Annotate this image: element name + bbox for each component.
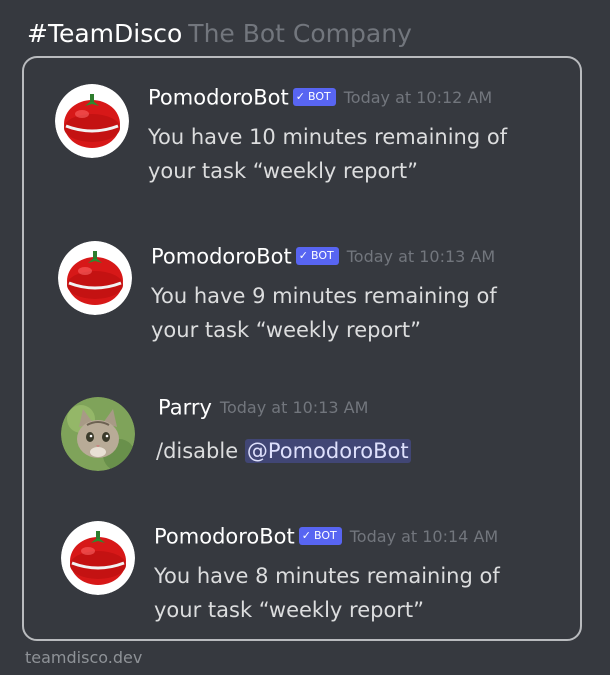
command-text: /disable xyxy=(156,439,239,463)
message-timestamp: Today at 10:14 AM xyxy=(349,526,499,546)
cat-avatar[interactable] xyxy=(61,397,135,471)
bot-badge: ✓ BOT xyxy=(295,246,339,265)
message-timestamp: Today at 10:13 AM xyxy=(219,397,369,417)
message-text-line: your task “weekly report” xyxy=(154,598,425,622)
tomato-timer-avatar[interactable] xyxy=(55,84,129,158)
user-mention[interactable]: @PomodoroBot xyxy=(244,439,411,463)
message-author[interactable]: PomodoroBot xyxy=(148,86,289,110)
message-text-line: You have 9 minutes remaining of xyxy=(151,284,497,308)
site-footer[interactable]: teamdisco.dev xyxy=(25,648,142,667)
message-content: You have 10 minutes remaining of your ta… xyxy=(148,120,548,188)
bot-badge-label: BOT xyxy=(307,89,331,103)
message-text-line: your task “weekly report” xyxy=(148,159,419,183)
message-timestamp: Today at 10:13 AM xyxy=(346,246,496,266)
message-text-line: your task “weekly report” xyxy=(151,318,422,342)
message-text-line: You have 8 minutes remaining of xyxy=(154,564,500,588)
message-author[interactable]: PomodoroBot xyxy=(154,525,295,549)
check-icon: ✓ xyxy=(295,89,305,103)
company-name: The Bot Company xyxy=(188,19,412,48)
check-icon: ✓ xyxy=(301,528,311,542)
bot-badge-label: BOT xyxy=(313,528,337,542)
message-timestamp: Today at 10:12 AM xyxy=(343,87,493,107)
bot-badge-label: BOT xyxy=(310,248,334,262)
message-author[interactable]: Parry xyxy=(158,396,212,420)
channel-name[interactable]: #TeamDisco xyxy=(27,19,182,48)
bot-badge: ✓ BOT xyxy=(298,526,342,545)
bot-badge: ✓ BOT xyxy=(292,87,336,106)
message-content: /disable @PomodoroBot xyxy=(156,434,556,468)
message-panel: PomodoroBot ✓ BOT Today at 10:12 AM You hav… xyxy=(22,56,582,641)
tomato-timer-avatar[interactable] xyxy=(58,241,132,315)
message-content: You have 9 minutes remaining of your tas… xyxy=(151,279,551,347)
message-content: You have 8 minutes remaining of your tas… xyxy=(154,559,554,627)
tomato-timer-avatar[interactable] xyxy=(61,521,135,595)
message-author[interactable]: PomodoroBot xyxy=(151,245,292,269)
check-icon: ✓ xyxy=(298,248,308,262)
channel-header: #TeamDisco The Bot Company xyxy=(27,14,412,54)
message-text-line: You have 10 minutes remaining of xyxy=(148,125,508,149)
